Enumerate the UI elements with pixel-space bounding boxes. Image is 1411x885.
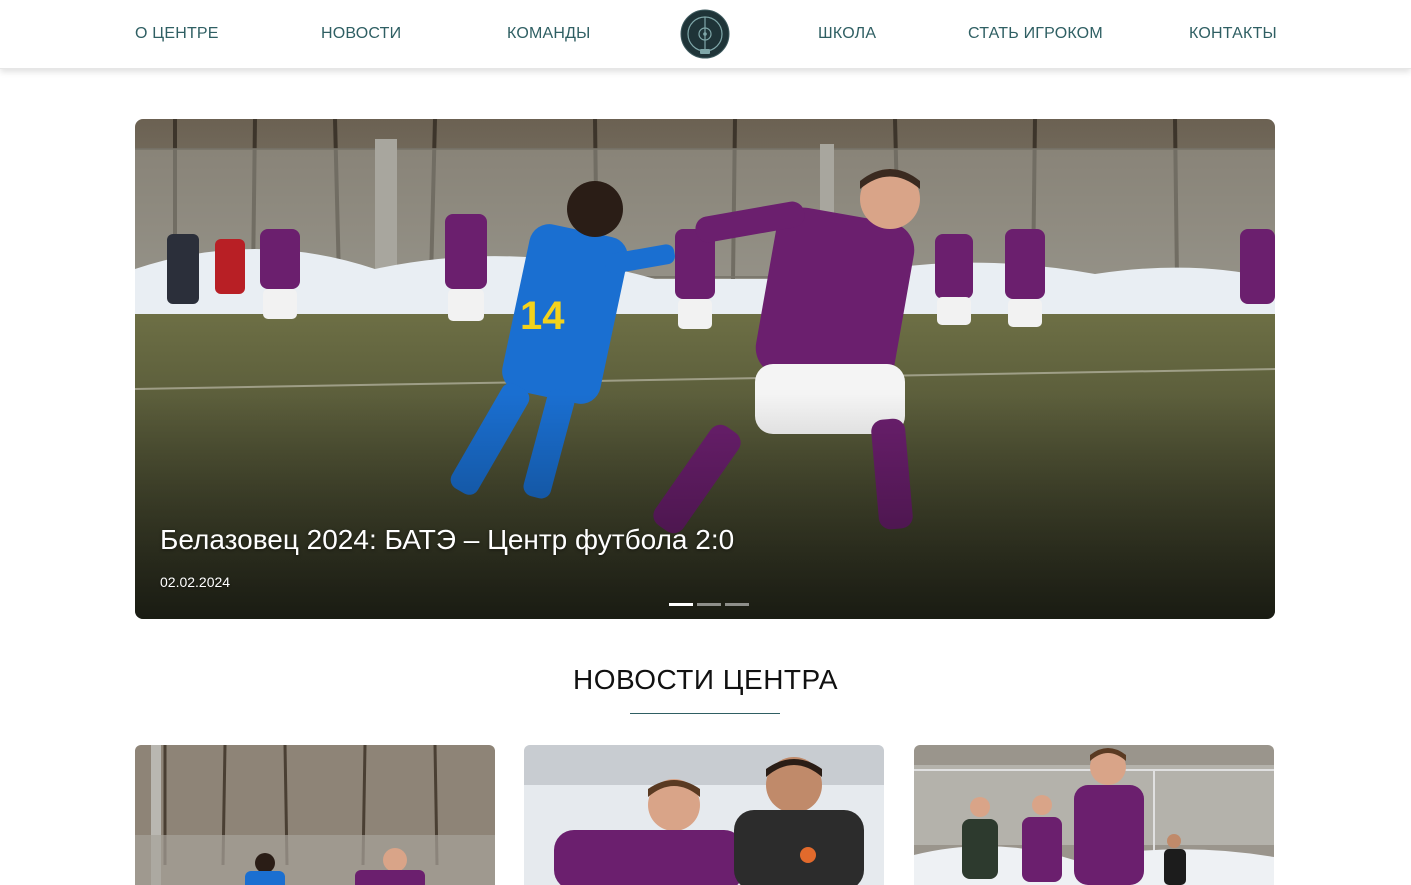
nav-teams[interactable]: КОМАНДЫ bbox=[507, 25, 591, 43]
news-card-1[interactable] bbox=[135, 745, 495, 885]
nav-school[interactable]: ШКОЛА bbox=[818, 25, 876, 43]
slider-dot-3[interactable] bbox=[725, 603, 749, 606]
nav-about[interactable]: О ЦЕНТРЕ bbox=[135, 25, 219, 43]
section-underline bbox=[630, 713, 780, 714]
slider-dots bbox=[669, 603, 749, 606]
news-card-2[interactable] bbox=[524, 745, 884, 885]
slider-dot-1[interactable] bbox=[669, 603, 693, 606]
news-card-3[interactable] bbox=[914, 745, 1274, 885]
hero-date: 02.02.2024 bbox=[160, 574, 231, 590]
site-logo[interactable] bbox=[680, 9, 730, 59]
nav-news[interactable]: НОВОСТИ bbox=[321, 25, 401, 43]
hero-slider[interactable]: 14 Белазовец 2024: БАТЭ – Центр футбола … bbox=[135, 119, 1275, 619]
hero-title[interactable]: Белазовец 2024: БАТЭ – Центр футбола 2:0 bbox=[160, 524, 734, 556]
slider-dot-2[interactable] bbox=[697, 603, 721, 606]
news-card-2-image bbox=[524, 745, 884, 885]
section-title: НОВОСТИ ЦЕНТРА bbox=[572, 664, 838, 695]
nav-become-player[interactable]: СТАТЬ ИГРОКОМ bbox=[968, 25, 1103, 43]
news-card-3-image bbox=[914, 745, 1274, 885]
news-card-1-image bbox=[135, 745, 495, 885]
nav-contacts[interactable]: КОНТАКТЫ bbox=[1189, 25, 1277, 43]
site-header: О ЦЕНТРЕ НОВОСТИ КОМАНДЫ ШКОЛА СТАТЬ ИГР… bbox=[0, 0, 1411, 69]
